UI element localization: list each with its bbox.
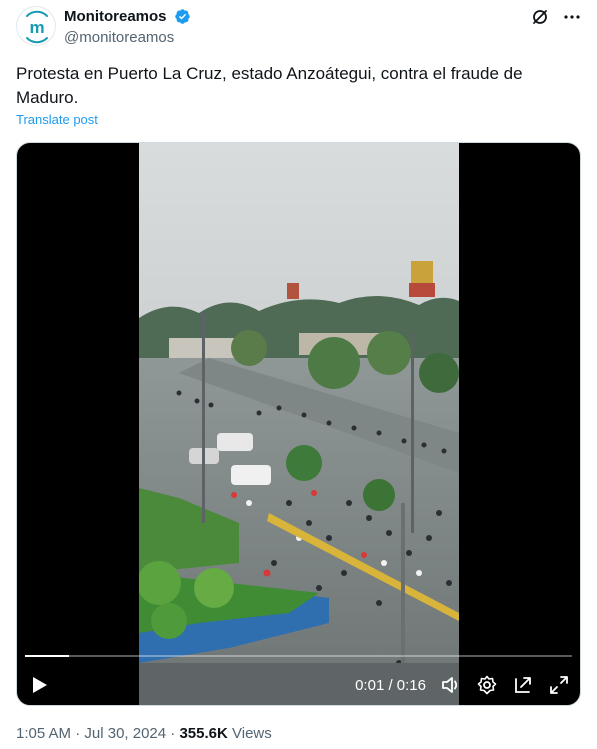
video-controls: 0:01 / 0:16 <box>355 673 570 697</box>
tweet-text: Protesta en Puerto La Cruz, estado Anzoá… <box>16 64 523 107</box>
more-icon[interactable] <box>563 8 581 26</box>
post-date[interactable]: Jul 30, 2024 <box>84 725 166 742</box>
pop-out-icon[interactable] <box>512 674 534 696</box>
settings-icon[interactable] <box>476 674 498 696</box>
translate-post-link[interactable]: Translate post <box>16 112 98 127</box>
meta-separator: · <box>71 725 85 742</box>
author-display-name[interactable]: Monitoreamos <box>64 8 167 25</box>
grok-icon[interactable] <box>531 8 549 26</box>
volume-icon[interactable] <box>440 674 462 696</box>
author-names: Monitoreamos @monitoreamos <box>64 8 191 46</box>
tweet-header: m Monitoreamos @monitoreamos <box>16 6 581 50</box>
fullscreen-icon[interactable] <box>548 674 570 696</box>
monitoreamos-logo-icon: m <box>26 10 48 44</box>
video-time: 0:01 / 0:16 <box>355 676 426 694</box>
video-player[interactable]: 0:01 / 0:16 <box>16 142 581 706</box>
views-label: Views <box>227 725 272 742</box>
views-count: 355.6K <box>179 725 228 742</box>
protest-scene-image <box>139 143 459 705</box>
video-progress-fill <box>25 655 69 657</box>
verified-badge-icon <box>175 9 190 25</box>
header-actions <box>531 8 581 26</box>
meta-separator: · <box>166 725 180 742</box>
post-time[interactable]: 1:05 AM <box>16 725 71 742</box>
author-handle[interactable]: @monitoreamos <box>64 29 191 46</box>
play-button[interactable] <box>27 673 51 697</box>
tweet-meta: 1:05 AM · Jul 30, 2024 · 355.6K Views <box>16 725 272 742</box>
video-progress-bar[interactable] <box>25 655 572 657</box>
author-avatar[interactable]: m <box>16 6 56 46</box>
video-frame[interactable] <box>139 143 459 705</box>
avatar-letter: m <box>29 18 44 37</box>
play-icon <box>33 677 47 693</box>
